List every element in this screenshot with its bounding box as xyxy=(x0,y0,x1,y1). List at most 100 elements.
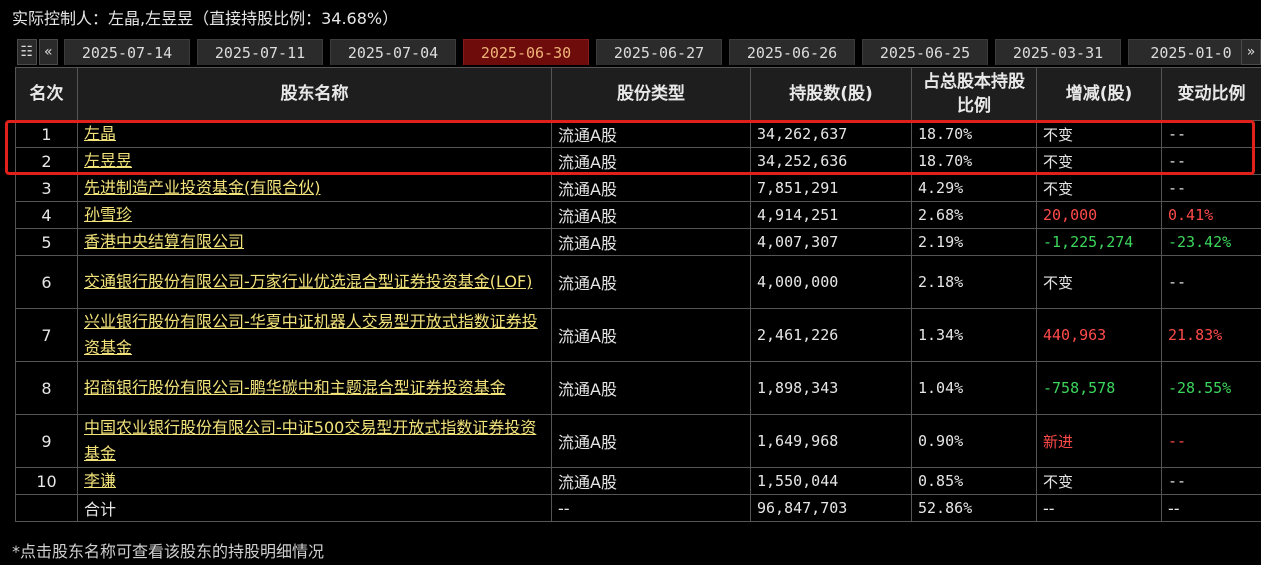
shares-cell: 7,851,291 xyxy=(750,174,912,202)
change-cell: 不变 xyxy=(1036,255,1162,309)
ratio-cell: -- xyxy=(1161,255,1261,309)
header-type[interactable]: 股份类型 xyxy=(551,67,751,121)
shareholder-link[interactable]: 招商银行股份有限公司-鹏华碳中和主题混合型证券投资基金 xyxy=(84,378,506,397)
shareholder-link[interactable]: 李谦 xyxy=(84,471,116,490)
shareholder-link[interactable]: 中国农业银行股份有限公司-中证500交易型开放式指数证券投资基金 xyxy=(84,418,536,463)
list-menu-icon[interactable]: ☷ xyxy=(17,39,37,65)
next-dates-icon[interactable]: » xyxy=(1241,39,1261,65)
pct-cell: 2.68% xyxy=(911,201,1037,229)
type-cell: 流通A股 xyxy=(551,147,751,175)
shareholder-link[interactable]: 孙雪珍 xyxy=(84,205,132,224)
type-cell: 流通A股 xyxy=(551,228,751,256)
pct-cell: 18.70% xyxy=(911,120,1037,148)
date-tab[interactable]: 2025-07-14 xyxy=(64,39,190,65)
header-shares[interactable]: 持股数(股) xyxy=(750,67,912,121)
rank-cell: 5 xyxy=(15,228,78,256)
date-tab[interactable]: 2025-06-26 xyxy=(729,39,855,65)
rank-cell: 2 xyxy=(15,147,78,175)
date-tab[interactable]: 2025-07-11 xyxy=(197,39,323,65)
type-cell: 流通A股 xyxy=(551,174,751,202)
type-cell: 流通A股 xyxy=(551,414,751,468)
date-tab-active[interactable]: 2025-06-30 xyxy=(463,39,589,65)
change-cell: -758,578 xyxy=(1036,361,1162,415)
header-pct[interactable]: 占总股本持股比例 xyxy=(911,67,1037,121)
pct-cell: 18.70% xyxy=(911,147,1037,175)
pct-cell: 2.19% xyxy=(911,228,1037,256)
name-cell: 左晶 xyxy=(77,120,552,148)
name-cell: 招商银行股份有限公司-鹏华碳中和主题混合型证券投资基金 xyxy=(77,361,552,415)
table-header-row: 名次 股东名称 股份类型 持股数(股) 占总股本持股比例 增减(股) 变动比例 xyxy=(15,67,1261,121)
shareholder-link[interactable]: 香港中央结算有限公司 xyxy=(84,232,244,251)
shareholder-link[interactable]: 兴业银行股份有限公司-华夏中证机器人交易型开放式指数证券投资基金 xyxy=(84,312,538,357)
date-tab[interactable]: 2025-03-31 xyxy=(995,39,1121,65)
date-tab[interactable]: 2025-07-04 xyxy=(330,39,456,65)
table-row: 8 招商银行股份有限公司-鹏华碳中和主题混合型证券投资基金 流通A股 1,898,34… xyxy=(15,361,1261,415)
ratio-cell: -- xyxy=(1161,414,1261,468)
shares-cell: 96,847,703 xyxy=(750,494,912,522)
change-cell: 不变 xyxy=(1036,147,1162,175)
shareholder-link[interactable]: 交通银行股份有限公司-万家行业优选混合型证券投资基金(LOF) xyxy=(84,272,532,291)
table-row: 5 香港中央结算有限公司 流通A股 4,007,307 2.19% -1,225,274-… xyxy=(15,228,1261,256)
type-cell: -- xyxy=(551,494,751,522)
header-change[interactable]: 增减(股) xyxy=(1036,67,1162,121)
shares-cell: 34,252,636 xyxy=(750,147,912,175)
type-cell: 流通A股 xyxy=(551,120,751,148)
table-row: 7 兴业银行股份有限公司-华夏中证机器人交易型开放式指数证券投资基金 流通A股 2,4… xyxy=(15,308,1261,362)
shares-cell: 1,550,044 xyxy=(750,467,912,495)
ratio-cell: -- xyxy=(1161,120,1261,148)
type-cell: 流通A股 xyxy=(551,255,751,309)
name-cell: 兴业银行股份有限公司-华夏中证机器人交易型开放式指数证券投资基金 xyxy=(77,308,552,362)
prev-dates-icon[interactable]: « xyxy=(38,39,58,65)
ratio-cell: -- xyxy=(1161,147,1261,175)
table-row: 3 先进制造产业投资基金(有限合伙) 流通A股 7,851,291 4.29% 不变 -- xyxy=(15,174,1261,202)
type-cell: 流通A股 xyxy=(551,361,751,415)
shareholder-link[interactable]: 左晶 xyxy=(84,124,116,143)
header-ratio[interactable]: 变动比例 xyxy=(1161,67,1261,121)
table-row: 1 左晶 流通A股 34,262,637 18.70% 不变 -- xyxy=(15,120,1261,148)
rank-cell: 9 xyxy=(15,414,78,468)
shares-cell: 4,007,307 xyxy=(750,228,912,256)
name-cell: 中国农业银行股份有限公司-中证500交易型开放式指数证券投资基金 xyxy=(77,414,552,468)
name-cell: 左昱昱 xyxy=(77,147,552,175)
ratio-cell: -23.42% xyxy=(1161,228,1261,256)
shares-cell: 1,649,968 xyxy=(750,414,912,468)
change-cell: 20,000 xyxy=(1036,201,1162,229)
ratio-cell: -- xyxy=(1161,494,1261,522)
date-tabs: ☷ « 2025-07-14 2025-07-11 2025-07-04 202… xyxy=(17,39,1261,65)
change-cell: 不变 xyxy=(1036,174,1162,202)
total-label: 合计 xyxy=(77,494,552,522)
shareholder-link[interactable]: 左昱昱 xyxy=(84,151,132,170)
rank-cell: 1 xyxy=(15,120,78,148)
type-cell: 流通A股 xyxy=(551,201,751,229)
pct-cell: 52.86% xyxy=(911,494,1037,522)
shares-cell: 2,461,226 xyxy=(750,308,912,362)
date-tab[interactable]: 2025-06-25 xyxy=(862,39,988,65)
footer-note: *点击股东名称可查看该股东的持股明细情况 xyxy=(12,542,325,561)
shares-cell: 4,000,000 xyxy=(750,255,912,309)
header-rank[interactable]: 名次 xyxy=(15,67,78,121)
name-cell: 孙雪珍 xyxy=(77,201,552,229)
change-cell: 不变 xyxy=(1036,467,1162,495)
rank-cell: 6 xyxy=(15,255,78,309)
table-row: 6 交通银行股份有限公司-万家行业优选混合型证券投资基金(LOF) 流通A股 4,00… xyxy=(15,255,1261,309)
pct-cell: 2.18% xyxy=(911,255,1037,309)
pct-cell: 0.90% xyxy=(911,414,1037,468)
date-tab[interactable]: 2025-06-27 xyxy=(596,39,722,65)
date-tab[interactable]: 2025-01-0 xyxy=(1128,39,1254,65)
table-row: 10 李谦 流通A股 1,550,044 0.85% 不变 -- xyxy=(15,467,1261,495)
shareholder-link[interactable]: 先进制造产业投资基金(有限合伙) xyxy=(84,178,321,197)
name-cell: 先进制造产业投资基金(有限合伙) xyxy=(77,174,552,202)
change-cell: 440,963 xyxy=(1036,308,1162,362)
ratio-cell: -- xyxy=(1161,467,1261,495)
ratio-cell: 0.41% xyxy=(1161,201,1261,229)
change-cell: -1,225,274 xyxy=(1036,228,1162,256)
ratio-cell: -- xyxy=(1161,174,1261,202)
table-row: 9 中国农业银行股份有限公司-中证500交易型开放式指数证券投资基金 流通A股 1,6… xyxy=(15,414,1261,468)
table-row: 2 左昱昱 流通A股 34,252,636 18.70% 不变 -- xyxy=(15,147,1261,175)
header-name[interactable]: 股东名称 xyxy=(77,67,552,121)
rank-cell: 7 xyxy=(15,308,78,362)
shares-cell: 1,898,343 xyxy=(750,361,912,415)
actual-controller-text: 实际控制人：左晶,左昱昱（直接持股比例：34.68%） xyxy=(12,9,399,28)
ratio-cell: 21.83% xyxy=(1161,308,1261,362)
rank-cell: 10 xyxy=(15,467,78,495)
